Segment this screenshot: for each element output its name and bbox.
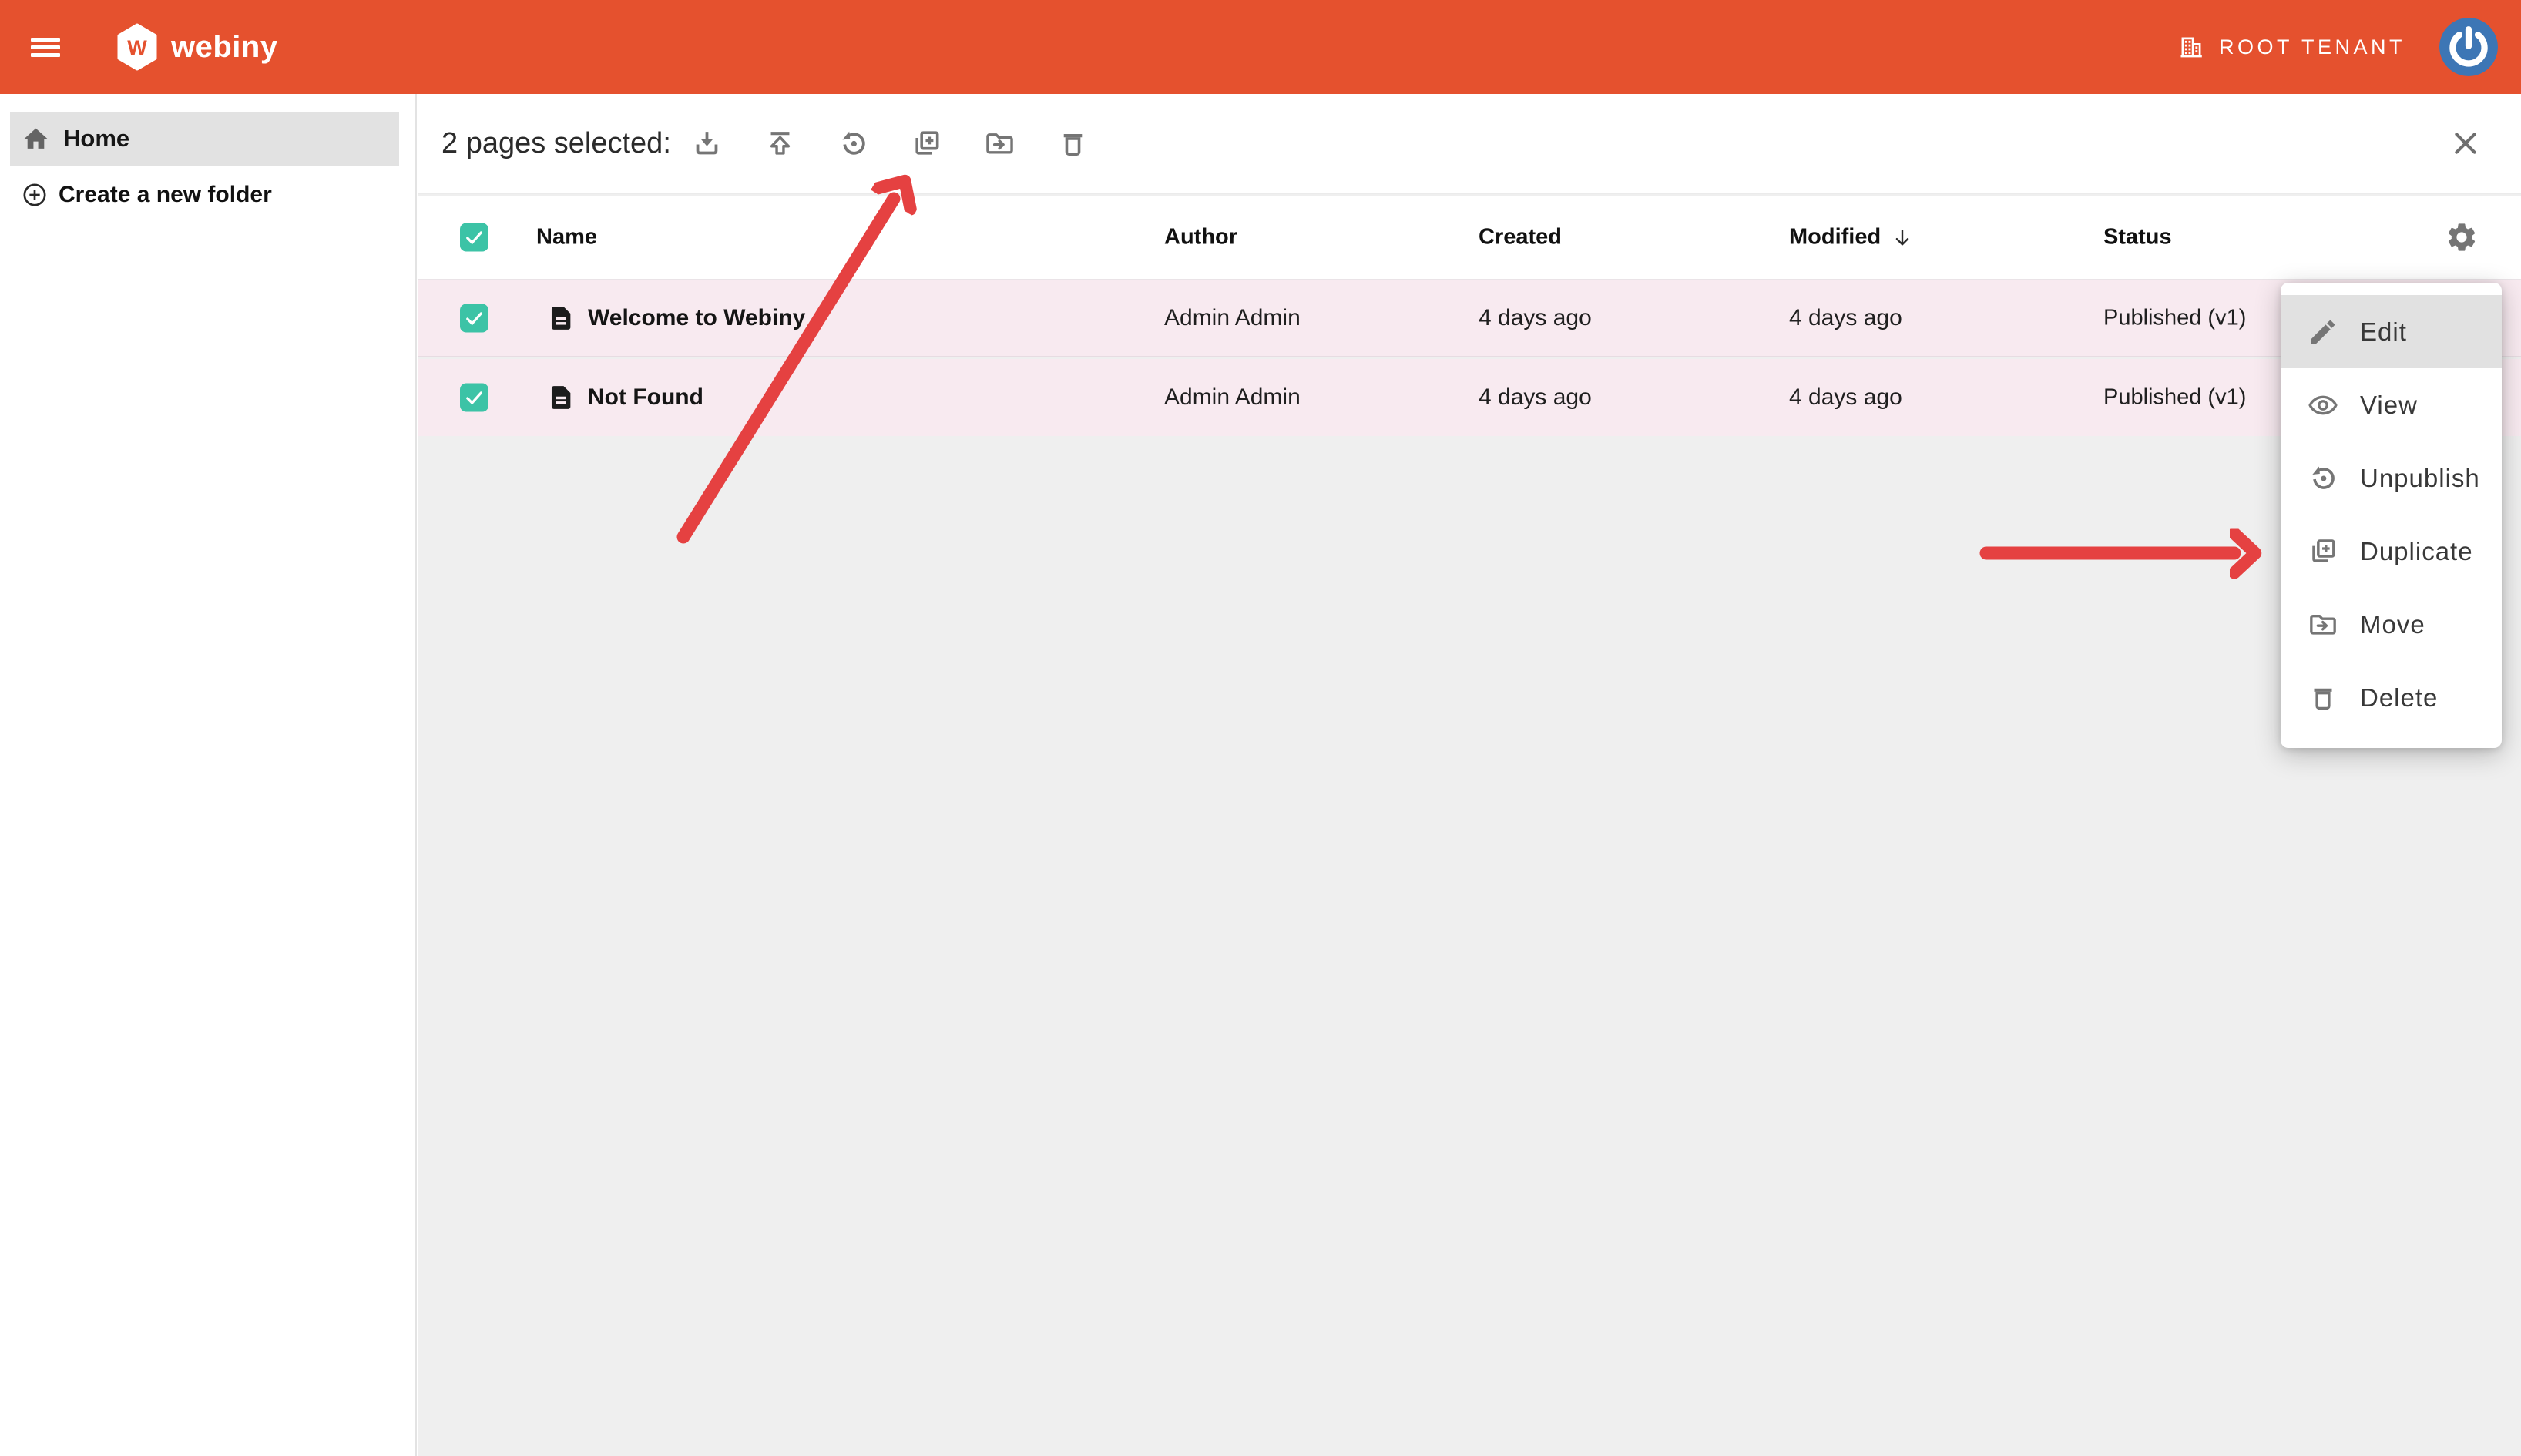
check-icon [463,307,485,330]
page-document-icon [546,383,576,412]
create-folder-label: Create a new folder [59,182,272,208]
home-icon [22,125,50,153]
table-header-row: Name Author Created Modified Status [418,196,2521,280]
menu-item-unpublish[interactable]: Unpublish [2281,441,2502,515]
page-author: Admin Admin [1164,384,1301,411]
delete-action-icon[interactable] [1057,128,1089,159]
delete-trash-icon [2308,683,2338,713]
user-avatar-power-icon[interactable] [2439,18,2498,76]
check-icon [463,387,485,409]
menu-item-label: Duplicate [2360,537,2473,566]
duplicate-action-icon[interactable] [911,128,942,159]
row-actions-context-menu: Edit View Unpublish Duplicate Move Delet… [2281,283,2502,748]
menu-item-edit[interactable]: Edit [2281,295,2502,368]
page-created: 4 days ago [1479,384,1592,411]
page-author: Admin Admin [1164,305,1301,331]
menu-item-label: Edit [2360,317,2407,347]
eye-icon [2308,390,2338,421]
page-title[interactable]: Welcome to Webiny [588,305,805,331]
table-row[interactable]: Not Found Admin Admin 4 days ago 4 days … [418,359,2521,436]
check-icon [463,226,485,249]
menu-item-delete[interactable]: Delete [2281,661,2502,734]
create-folder-button[interactable]: Create a new folder [0,173,399,217]
menu-item-move[interactable]: Move [2281,588,2502,661]
column-header-author[interactable]: Author [1164,225,1237,250]
app-header: W webiny ROOT TENANT [0,0,2521,94]
unpublish-restore-icon [2308,463,2338,494]
unpublish-action-icon[interactable] [838,128,869,159]
page-document-icon [546,304,576,333]
duplicate-icon [2308,536,2338,567]
menu-item-label: Delete [2360,683,2438,713]
page-list-content: 2 pages selected: [418,94,2521,1456]
sidebar-item-home[interactable]: Home [10,112,399,166]
table-row[interactable]: Welcome to Webiny Admin Admin 4 days ago… [418,280,2521,357]
page-modified: 4 days ago [1789,384,1902,411]
menu-item-label: Unpublish [2360,464,2480,493]
hamburger-menu-icon[interactable] [31,34,60,61]
page-created: 4 days ago [1479,305,1592,331]
publish-action-icon[interactable] [764,128,796,159]
column-header-created[interactable]: Created [1479,225,1562,250]
tenant-selector[interactable]: ROOT TENANT [2177,33,2405,61]
page-status: Published (v1) [2103,306,2246,331]
row-checkbox[interactable] [460,304,488,333]
move-folder-icon [2308,609,2338,640]
webiny-hexagon-icon: W [116,23,159,71]
menu-item-view[interactable]: View [2281,368,2502,441]
sidebar-home-label: Home [63,125,129,153]
column-header-name[interactable]: Name [536,225,597,250]
menu-item-label: View [2360,391,2418,420]
column-header-status[interactable]: Status [2103,225,2172,250]
menu-item-label: Move [2360,610,2425,639]
tenant-label: ROOT TENANT [2219,35,2405,59]
sort-descending-icon [1891,226,1914,249]
column-header-modified[interactable]: Modified [1789,225,1914,250]
selection-count-label: 2 pages selected: [441,127,671,160]
table-settings-gear-icon[interactable] [2445,220,2479,254]
select-all-checkbox[interactable] [460,223,488,252]
edit-pencil-icon [2308,317,2338,347]
selection-toolbar: 2 pages selected: [418,94,2521,194]
plus-circle-icon [22,182,48,208]
folders-sidebar: Home Create a new folder [0,94,417,1456]
webiny-logo[interactable]: W webiny [116,23,278,71]
close-selection-icon[interactable] [2450,128,2481,159]
menu-item-duplicate[interactable]: Duplicate [2281,515,2502,588]
move-action-icon[interactable] [984,128,1015,159]
page-status: Published (v1) [2103,385,2246,411]
page-title[interactable]: Not Found [588,384,703,411]
brand-letter: W [127,36,147,59]
row-checkbox[interactable] [460,384,488,412]
column-header-modified-label: Modified [1789,225,1881,250]
page-modified: 4 days ago [1789,305,1902,331]
brand-text: webiny [171,30,278,65]
download-action-icon[interactable] [691,128,723,159]
building-icon [2177,33,2205,61]
